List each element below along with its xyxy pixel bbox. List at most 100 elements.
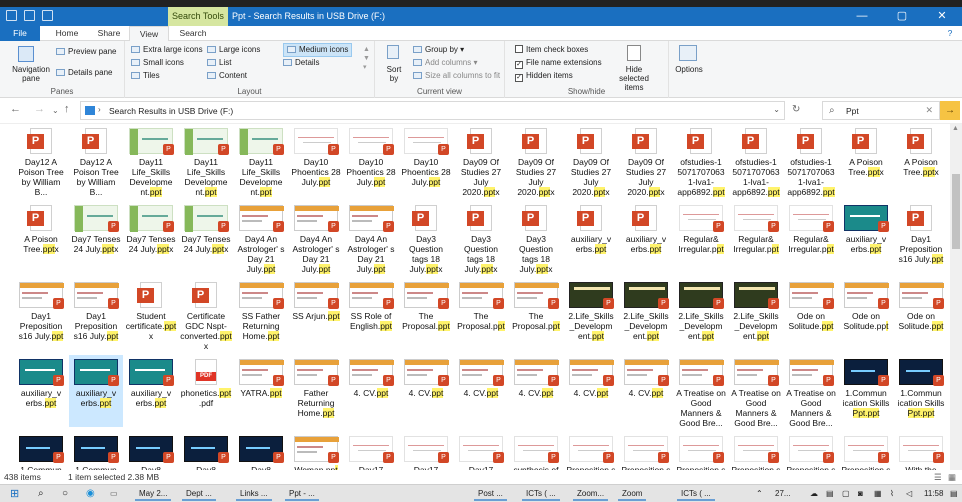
file-item[interactable]: P Day7 Tenses 24 July.pptx: [124, 201, 178, 273]
details-pane-button[interactable]: Details pane: [56, 68, 112, 78]
help-icon[interactable]: ?: [943, 26, 957, 41]
file-item[interactable]: P Day1 Preposition s16 July.ppt: [894, 201, 948, 273]
vertical-scrollbar[interactable]: ▲: [950, 124, 962, 470]
file-item[interactable]: P Ode on Solitude.ppt: [839, 278, 893, 350]
file-item[interactable]: PDay17 synthesis: [344, 432, 398, 470]
address-box[interactable]: › Search Results in USB Drive (F:) ⌄: [80, 101, 785, 120]
file-item[interactable]: PA Treatise on Good Manners & Good Bre..…: [674, 355, 728, 428]
file-item[interactable]: Pauxiliary_v erbs.ppt: [124, 355, 178, 427]
file-item[interactable]: P A Poison Tree.pptx: [839, 124, 893, 196]
file-item[interactable]: P 4. CV.ppt: [344, 355, 398, 427]
file-item[interactable]: P 2.Life_Skills _Developm ent.ppt: [619, 278, 673, 350]
tab-search[interactable]: Search: [171, 26, 215, 41]
clear-search-icon[interactable]: ✕: [925, 105, 933, 116]
group-by-button[interactable]: Group by ▾: [413, 45, 464, 55]
file-item[interactable]: PDF phonetics.ppt .pdf: [179, 355, 233, 427]
forward-arrow-icon[interactable]: →: [34, 103, 45, 115]
file-item[interactable]: P Ode on Solitude.ppt: [894, 278, 948, 350]
file-item[interactable]: P1.Commun ication: [14, 432, 68, 470]
large-icons-option[interactable]: Large icons: [207, 45, 260, 55]
file-item[interactable]: P Day3 Question tags 18 July.pptx: [454, 201, 508, 274]
file-item[interactable]: PPreposition s DrASrinat: [839, 432, 893, 470]
file-item[interactable]: P Day09 Of Studies 27 July 2020.pptx: [564, 124, 618, 197]
preview-pane-button[interactable]: Preview pane: [56, 47, 116, 57]
file-item[interactable]: P Student certificate.pptx: [124, 278, 178, 350]
address-dropdown-icon[interactable]: ⌄: [773, 105, 780, 114]
file-item[interactable]: P1.Commun ication: [69, 432, 123, 470]
file-item[interactable]: Pauxiliary_v erbs.ppt: [839, 201, 893, 273]
size-all-columns-button[interactable]: Size all columns to fit: [413, 71, 500, 81]
task-view-icon[interactable]: ○: [62, 487, 68, 501]
file-item[interactable]: P Certificate GDC Nspt- converted.pptx: [179, 278, 233, 351]
file-item[interactable]: P 4. CV.ppt: [454, 355, 508, 427]
file-item[interactable]: P Day7 Tenses 24 July.pptx: [69, 201, 123, 273]
up-arrow-icon[interactable]: ↑: [64, 103, 70, 115]
large-icons-view-icon[interactable]: ▦: [948, 472, 956, 483]
edge-icon[interactable]: ◉: [86, 487, 95, 501]
item-check-boxes-checkbox[interactable]: Item check boxes: [515, 45, 588, 55]
search-go-button[interactable]: →: [940, 101, 960, 120]
properties-icon[interactable]: [24, 10, 35, 21]
file-item[interactable]: P Day4 An Astrologer' s Day 21 July.ppt: [289, 201, 343, 274]
file-item[interactable]: Pofstudies-1 5071707063 1-lva1- app6892.…: [674, 124, 728, 197]
file-item[interactable]: P A Poison Tree.pptx: [14, 201, 68, 273]
scrollbar-thumb[interactable]: [952, 174, 960, 249]
file-item[interactable]: P Woman.ppt: [289, 432, 343, 470]
file-item[interactable]: P Day10 Phoentics 28 July.ppt: [289, 124, 343, 196]
file-item[interactable]: P Day3 Question tags 18 July.pptx: [399, 201, 453, 274]
extra-large-icons-option[interactable]: Extra large icons: [131, 45, 203, 55]
network-icon[interactable]: ▤: [826, 487, 834, 501]
file-item[interactable]: P 2.Life_Skills _Developm ent.ppt: [674, 278, 728, 350]
file-item[interactable]: P The Proposal.ppt: [399, 278, 453, 350]
file-item[interactable]: P 4. CV.ppt: [509, 355, 563, 427]
file-item[interactable]: P The Proposal.ppt: [454, 278, 508, 350]
tab-home[interactable]: Home: [47, 26, 87, 41]
taskbar-app-folder[interactable]: Dept ...: [182, 487, 216, 501]
wifi-icon[interactable]: ⌇: [890, 487, 894, 501]
notification-icon[interactable]: ▤: [950, 487, 958, 501]
file-item[interactable]: PPreposition s DrASrinat: [784, 432, 838, 470]
file-item[interactable]: P Day09 Of Studies 27 July 2020.pptx: [509, 124, 563, 197]
small-icons-option[interactable]: Small icons: [131, 58, 184, 68]
minimize-button[interactable]: —: [842, 7, 882, 26]
file-item[interactable]: P 4. CV.ppt: [399, 355, 453, 427]
file-item[interactable]: P Day7 Tenses 24 July.pptx: [179, 201, 233, 273]
file-item[interactable]: P Regular& Irregular.ppt: [729, 201, 783, 273]
file-item[interactable]: P YATRA.ppt: [234, 355, 288, 427]
file-item[interactable]: P A Poison Tree.pptx: [894, 124, 948, 196]
content-option[interactable]: Content: [207, 71, 247, 81]
tab-share[interactable]: Share: [89, 26, 129, 41]
file-item[interactable]: PA Treatise on Good Manners & Good Bre..…: [729, 355, 783, 428]
new-folder-icon[interactable]: [42, 10, 53, 21]
details-option[interactable]: Details: [283, 58, 319, 68]
file-item[interactable]: P SS Arjun.ppt: [289, 278, 343, 350]
recent-locations-icon[interactable]: ⌄: [52, 106, 59, 115]
cloud-icon[interactable]: ☁: [810, 487, 818, 501]
file-item[interactable]: P Day12 A Poison Tree by William B...: [69, 124, 123, 197]
tab-file[interactable]: File: [0, 26, 40, 41]
clock-time[interactable]: 11:58: [924, 487, 943, 501]
search-box[interactable]: ⌕ Ppt ✕: [822, 101, 940, 120]
file-item[interactable]: P Day09 Of Studies 27 July 2020.pptx: [454, 124, 508, 197]
file-item[interactable]: P 2.Life_Skills _Developm ent.ppt: [729, 278, 783, 350]
close-button[interactable]: ✕: [922, 7, 962, 26]
file-item[interactable]: P The Proposal.ppt: [509, 278, 563, 350]
taskbar-app-word[interactable]: ICTs ( ...: [677, 487, 715, 501]
file-item[interactable]: P Day10 Phoentics 28 July.ppt: [344, 124, 398, 196]
layout-scroll-arrows[interactable]: ▲ ▼ ▾: [363, 45, 370, 72]
file-item[interactable]: P Day11 Life_Skills Developme nt.ppt: [234, 124, 288, 197]
file-item[interactable]: P Day11 Life_Skills Developme nt.ppt: [124, 124, 178, 197]
file-item[interactable]: P SS Father Returning Home.ppt: [234, 278, 288, 350]
computer-icon[interactable]: ▭: [110, 487, 118, 501]
file-item[interactable]: P 1.Commun ication Skills Ppt.ppt: [894, 355, 948, 427]
taskbar-app-zoom[interactable]: Zoom: [618, 487, 647, 501]
file-item[interactable]: P Day11 Life_Skills Developme nt.ppt: [179, 124, 233, 197]
file-name-extensions-checkbox[interactable]: ✓ File name extensions: [515, 58, 602, 69]
file-item[interactable]: Pofstudies-1 5071707063 1-lva1- app6892.…: [729, 124, 783, 197]
file-item[interactable]: P Father Returning Home.ppt: [289, 355, 343, 427]
file-item[interactable]: P Day12 A Poison Tree by William B...: [14, 124, 68, 197]
file-item[interactable]: P 4. CV.ppt: [619, 355, 673, 427]
file-item[interactable]: P Day1 Preposition s16 July.ppt: [69, 278, 123, 350]
file-item[interactable]: PPreposition s DrASrinat: [564, 432, 618, 470]
back-arrow-icon[interactable]: ←: [10, 103, 21, 115]
